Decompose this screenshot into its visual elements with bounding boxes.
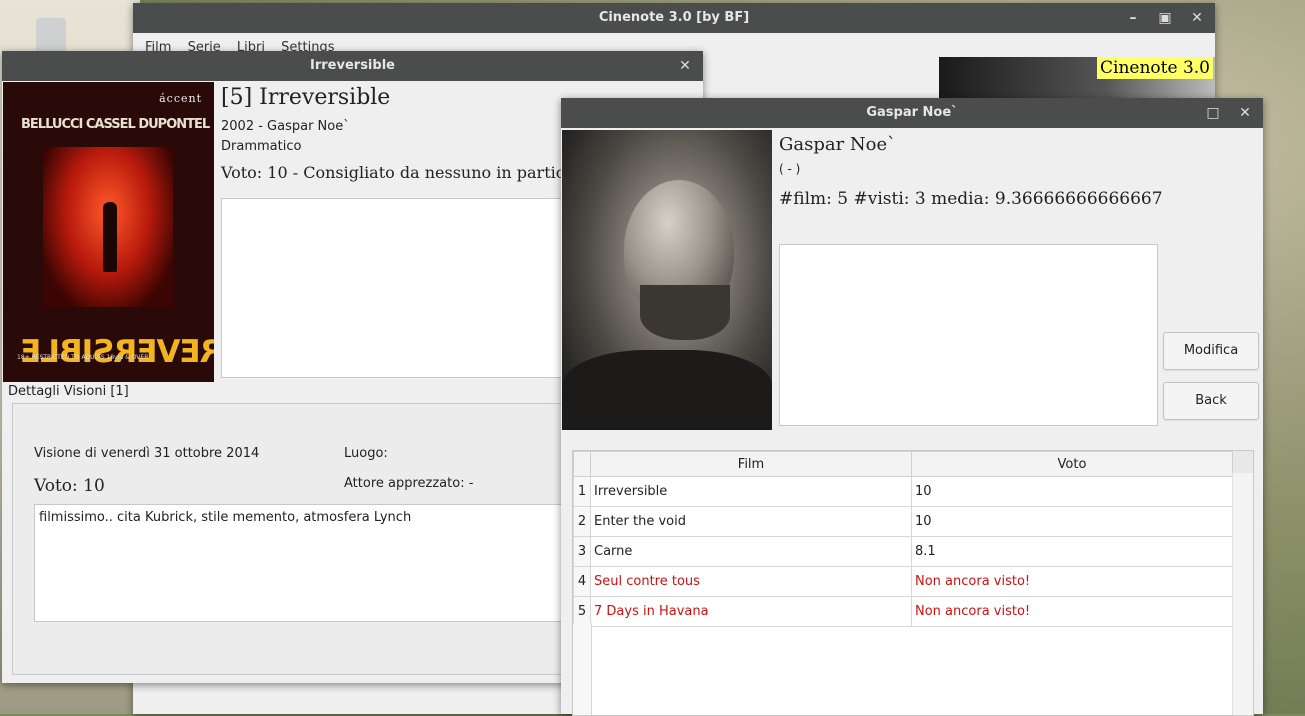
director-bio-field[interactable] [779,244,1158,426]
row-number: 2 [573,506,591,537]
table-row[interactable]: 1 Irreversible 10 [573,476,1233,507]
minimize-icon[interactable]: – [1119,3,1147,33]
row-number: 1 [573,476,591,507]
vote-cell[interactable]: Non ancora visto! [911,566,1233,597]
film-vote-line: Voto: 10 - Consigliato da nessuno in par… [221,163,607,182]
close-icon[interactable]: ✕ [1231,98,1259,128]
director-photo [562,130,772,430]
photo-shoulders [562,350,772,430]
table-row[interactable]: 2 Enter the void 10 [573,506,1233,537]
table-scrollbar[interactable] [1232,473,1253,715]
poster-title: IRREVERSIBLE [21,334,214,370]
back-button[interactable]: Back [1163,382,1259,420]
poster-figure [103,202,117,272]
films-table: Film Voto 1 Irreversible 10 2 Enter the … [572,450,1254,716]
poster-label: áccent [159,92,202,105]
main-window-titlebar[interactable]: Cinenote 3.0 [by BF] – ▣ ✕ [133,3,1215,33]
poster-cast: BELLUCCI CASSEL DUPONTEL [21,117,210,132]
table-header-spacer [1232,451,1253,473]
films-table-grid: Film Voto 1 Irreversible 10 2 Enter the … [573,451,1233,627]
poster-rating: 18+ RESTRICTED TO ADULTS 18yrs & OVER [17,354,149,361]
film-cell[interactable]: Seul contre tous [590,566,912,597]
director-window: Gaspar Noe` □ ✕ Gaspar Noe` ( - ) #film:… [561,98,1263,716]
row-header-column [573,623,592,715]
director-window-titlebar[interactable]: Gaspar Noe` □ ✕ [561,98,1263,128]
table-row[interactable]: 5 7 Days in Havana Non ancora visto! [573,596,1233,627]
column-header-film[interactable]: Film [590,451,912,477]
table-row[interactable]: 4 Seul contre tous Non ancora visto! [573,566,1233,597]
place-label: Luogo: [344,446,388,461]
vote-cell[interactable]: Non ancora visto! [911,596,1233,627]
actor-label: Attore apprezzato: - [344,476,474,491]
film-cell[interactable]: Irreversible [590,476,912,507]
view-date: Visione di venerdì 31 ottobre 2014 [34,446,260,461]
director-window-title: Gaspar Noe` [866,105,958,120]
brand-tag: Cinenote 3.0 [1097,57,1213,79]
director-dates: ( - ) [779,162,801,176]
views-group: Visione di venerdì 31 ottobre 2014 Luogo… [12,403,574,675]
desktop-app-icon[interactable] [36,18,66,54]
modify-button[interactable]: Modifica [1163,332,1259,370]
views-group-label: Dettagli Visioni [1] [8,384,129,399]
column-header-vote[interactable]: Voto [911,451,1233,477]
row-number: 4 [573,566,591,597]
photo-beard [640,285,730,340]
table-corner [573,451,591,477]
main-window-title: Cinenote 3.0 [by BF] [598,10,750,25]
film-genre: Drammatico [221,139,302,154]
film-cell[interactable]: Carne [590,536,912,567]
view-vote: Voto: 10 [34,476,105,496]
row-number: 3 [573,536,591,567]
film-year-director: 2002 - Gaspar Noe` [221,119,350,134]
vote-cell[interactable]: 10 [911,476,1233,507]
comment-field[interactable]: filmissimo.. cita Kubrick, stile memento… [34,504,574,622]
director-name: Gaspar Noe` [779,134,897,155]
director-stats: #film: 5 #visti: 3 media: 9.366666666666… [779,189,1163,209]
film-cell[interactable]: 7 Days in Havana [590,596,912,627]
close-icon[interactable]: ✕ [1183,3,1211,33]
row-number: 5 [573,596,591,627]
maximize-icon[interactable]: ▣ [1151,3,1179,33]
film-window-titlebar[interactable]: Irreversible ✕ [2,51,703,81]
film-notes-field[interactable] [221,198,568,378]
film-cell[interactable]: Enter the void [590,506,912,537]
film-window-title: Irreversible [310,58,395,73]
film-heading: [5] Irreversible [221,85,391,110]
table-row[interactable]: 3 Carne 8.1 [573,536,1233,567]
film-poster: áccent BELLUCCI CASSEL DUPONTEL IRREVERS… [3,82,214,382]
vote-cell[interactable]: 10 [911,506,1233,537]
maximize-icon[interactable]: □ [1199,98,1227,128]
vote-cell[interactable]: 8.1 [911,536,1233,567]
close-icon[interactable]: ✕ [671,51,699,81]
